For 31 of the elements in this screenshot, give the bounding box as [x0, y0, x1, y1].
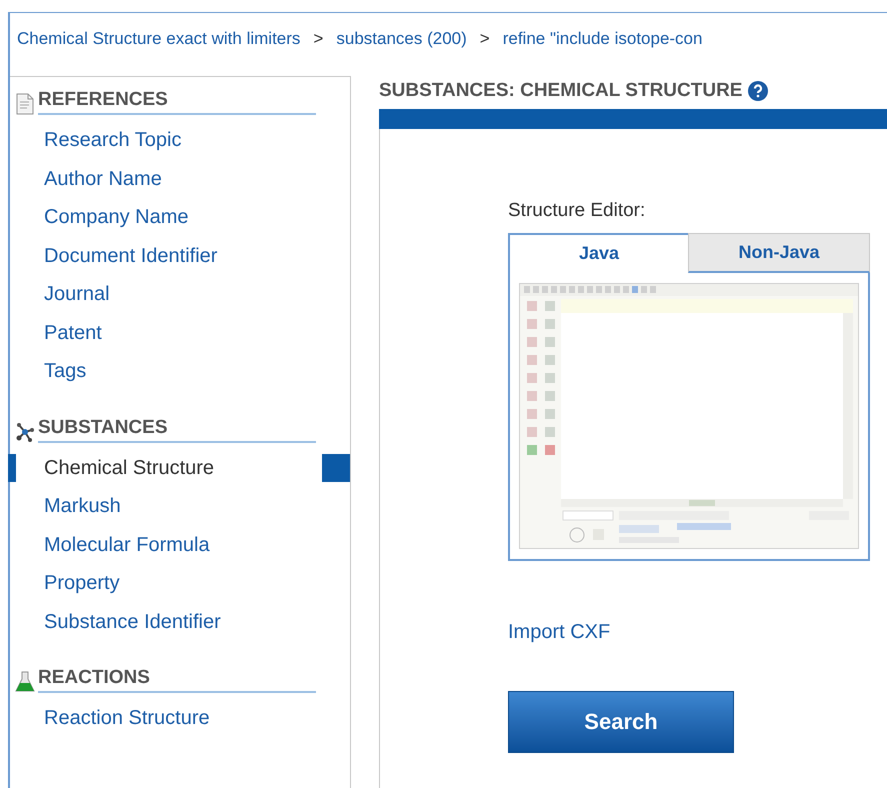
page-title: SUBSTANCES: CHEMICAL STRUCTURE [379, 78, 742, 103]
help-icon[interactable] [748, 81, 768, 101]
sidebar-item[interactable]: Company Name [10, 203, 350, 232]
search-button[interactable]: Search [508, 690, 734, 752]
section-heading: REACTIONS [38, 665, 316, 693]
sidebar-item[interactable]: Journal [10, 280, 350, 308]
breadcrumb-separator: > [480, 28, 490, 50]
breadcrumb-link[interactable]: substances (200) [336, 26, 467, 52]
breadcrumb-separator: > [313, 28, 324, 50]
section-heading: SUBSTANCES [38, 414, 316, 442]
sidebar-item[interactable]: Substance Identifier [10, 608, 350, 636]
breadcrumb-link[interactable]: Chemical Structure exact with limiters [17, 26, 300, 52]
sidebar-item[interactable]: Property [10, 569, 350, 598]
flask-icon [15, 671, 35, 693]
document-icon [15, 93, 35, 115]
section-heading: REFERENCES [38, 87, 316, 115]
sidebar-item[interactable]: Research Topic [10, 126, 350, 154]
sidebar-item[interactable]: Chemical Structure [10, 454, 350, 482]
sidebar-item[interactable]: Molecular Formula [10, 530, 350, 559]
import-link[interactable]: Import CXF [508, 616, 610, 646]
sidebar-item[interactable]: Author Name [10, 164, 350, 193]
sidebar-item[interactable]: Markush [10, 492, 350, 520]
molecule-icon [15, 420, 35, 442]
breadcrumb-link[interactable]: refine "include isotope-con [502, 26, 702, 52]
sidebar-item[interactable]: Patent [10, 318, 350, 347]
sidebar-item[interactable]: Document Identifier [10, 242, 350, 270]
sidebar-item[interactable]: Tags [10, 357, 350, 386]
sidebar-item[interactable]: Reaction Structure [10, 704, 350, 732]
editor-label: Structure Editor: [508, 199, 646, 223]
editor-tab[interactable]: Non-Java [688, 232, 870, 272]
editor-tab[interactable]: Java [508, 232, 688, 272]
